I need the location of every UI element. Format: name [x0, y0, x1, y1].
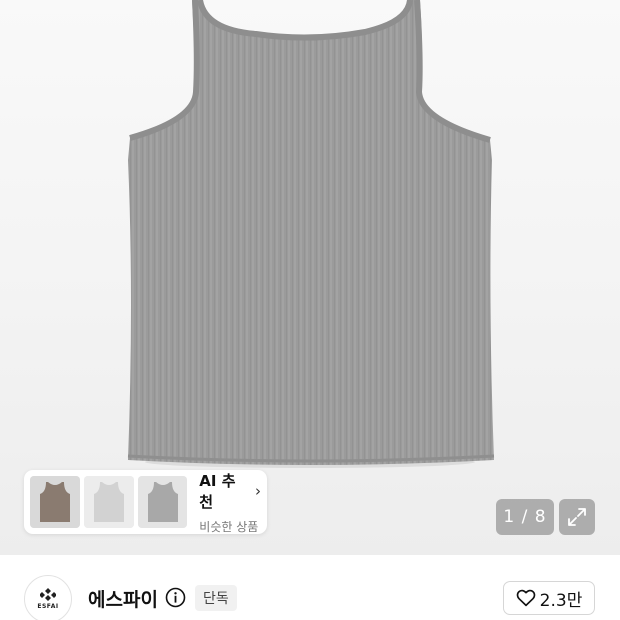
tank-top-thumb-icon [137, 476, 188, 528]
recommend-thumb-brown[interactable] [30, 476, 80, 528]
tank-top-thumb-icon [30, 476, 80, 528]
ai-recommend-card[interactable]: AI 추천 › 비슷한 상품 [24, 470, 267, 534]
brand-logo[interactable]: ESFAI [24, 575, 72, 620]
exclusive-badge: 단독 [195, 585, 237, 611]
recommend-thumb-gray[interactable] [137, 476, 188, 528]
product-image-gallery[interactable]: AI 추천 › 비슷한 상품 1 / 8 [0, 0, 620, 555]
brand-logo-mark-icon [40, 588, 56, 601]
expand-icon [568, 508, 586, 526]
image-counter: 1 / 8 [496, 499, 554, 535]
brand-name[interactable]: 에스파이 [88, 585, 158, 612]
heart-icon [516, 589, 535, 607]
expand-button[interactable] [559, 499, 595, 535]
ai-recommend-title-label: AI 추천 [199, 471, 236, 511]
chevron-right-icon: › [255, 481, 262, 500]
ai-recommend-title[interactable]: AI 추천 › [199, 470, 261, 512]
brand-row: ESFAI 에스파이 단독 2.3만 [0, 555, 620, 620]
brand-logo-text: ESFAI [37, 603, 59, 610]
tank-top-thumb-icon [83, 476, 134, 528]
like-button[interactable]: 2.3만 [503, 581, 595, 615]
info-icon[interactable] [165, 587, 186, 608]
like-count: 2.3만 [539, 590, 583, 611]
ai-recommend-subtitle: 비슷한 상품 [199, 519, 259, 534]
recommend-thumb-light-gray[interactable] [83, 476, 134, 528]
